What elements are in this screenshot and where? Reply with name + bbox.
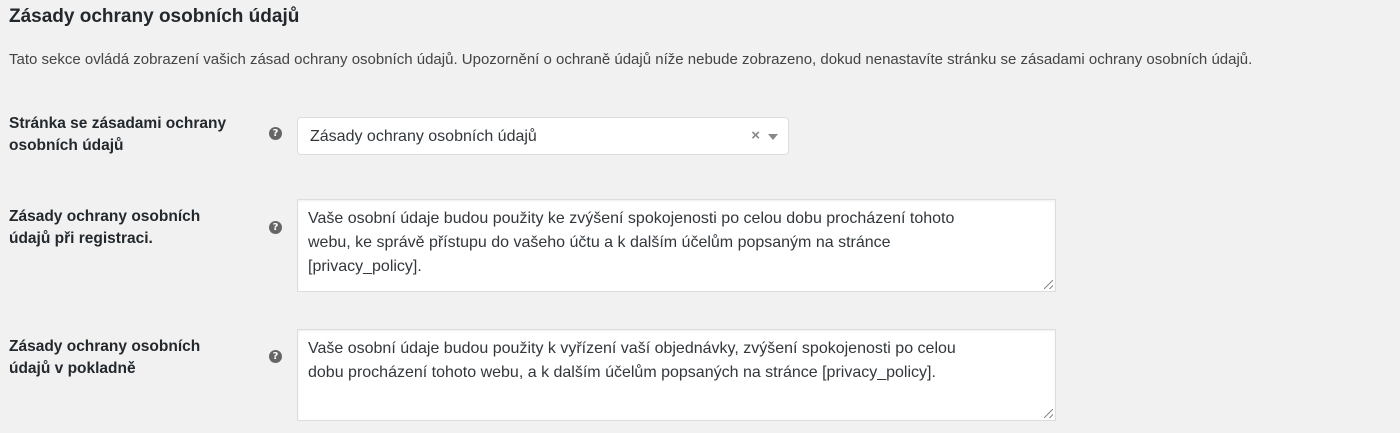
- privacy-page-label-line2: osobních údajů: [9, 137, 124, 154]
- checkout-privacy-text: Vaše osobní údaje budou použity k vyříze…: [308, 340, 956, 381]
- checkout-privacy-label-line2: údajů v pokladně: [9, 360, 136, 377]
- privacy-page-label-line1: Stránka se zásadami ochrany: [9, 115, 227, 132]
- checkout-privacy-label: Zásady ochrany osobních údajů v pokladně: [9, 336, 259, 380]
- privacy-page-label: Stránka se zásadami ochrany osobních úda…: [9, 113, 259, 157]
- registration-privacy-text: Vaše osobní údaje budou použity ke zvýše…: [308, 210, 955, 275]
- privacy-settings-panel: Zásady ochrany osobních údajů Tato sekce…: [0, 0, 1400, 433]
- question-circle-icon[interactable]: ?: [269, 350, 282, 363]
- chevron-down-icon[interactable]: [768, 134, 778, 140]
- section-title: Zásady ochrany osobních údajů: [9, 6, 300, 27]
- checkout-privacy-textarea[interactable]: Vaše osobní údaje budou použity k vyříze…: [297, 329, 1056, 421]
- registration-privacy-textarea[interactable]: Vaše osobní údaje budou použity ke zvýše…: [297, 199, 1056, 292]
- question-circle-icon[interactable]: ?: [269, 127, 282, 140]
- question-circle-icon[interactable]: ?: [269, 221, 282, 234]
- clear-selection-icon[interactable]: ×: [751, 126, 760, 146]
- resize-handle-icon[interactable]: [1044, 280, 1053, 289]
- registration-privacy-label-line2: údajů při registraci.: [9, 230, 153, 247]
- privacy-page-select[interactable]: Zásady ochrany osobních údajů ×: [297, 117, 789, 155]
- resize-handle-icon[interactable]: [1044, 409, 1053, 418]
- registration-privacy-label-line1: Zásady ochrany osobních: [9, 208, 201, 225]
- registration-privacy-label: Zásady ochrany osobních údajů při regist…: [9, 206, 259, 250]
- section-description: Tato sekce ovládá zobrazení vašich zásad…: [9, 51, 1253, 68]
- checkout-privacy-label-line1: Zásady ochrany osobních: [9, 338, 201, 355]
- privacy-page-selected-value: Zásady ochrany osobních údajů: [310, 128, 537, 145]
